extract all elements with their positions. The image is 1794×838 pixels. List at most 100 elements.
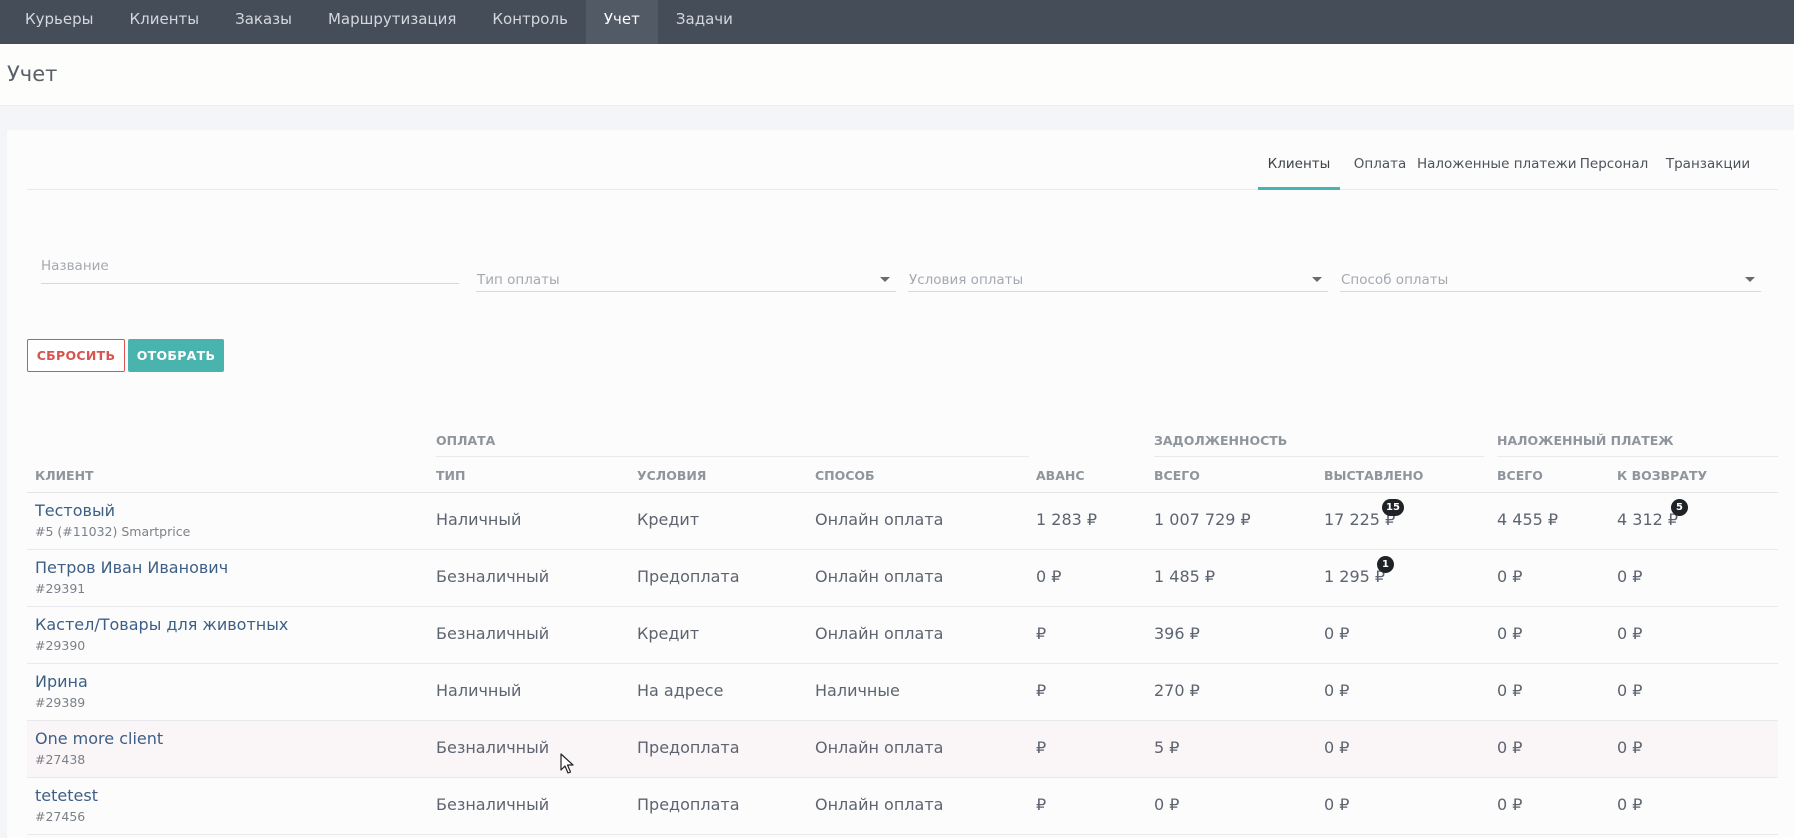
table-row[interactable]: One more client #27438 Безналичный Предо… (27, 721, 1778, 778)
client-id: #29390 (35, 638, 86, 653)
cell-cod-total: 0 ₽ (1497, 567, 1523, 586)
reset-button[interactable]: СБРОСИТЬ (27, 339, 125, 372)
client-name-link[interactable]: Кастел/Товары для животных (35, 615, 288, 634)
cell-cod-total: 4 455 ₽ (1497, 510, 1559, 529)
subtabs: Клиенты Оплата Наложенные платежи Персон… (27, 130, 1778, 190)
column-header-cod-refund[interactable]: К ВОЗВРАТУ (1617, 468, 1707, 483)
chevron-down-icon (880, 277, 890, 282)
payment-type-placeholder: Тип оплаты (477, 272, 560, 288)
cell-debt-total: 1 007 729 ₽ (1154, 510, 1251, 529)
group-header-payment: ОПЛАТА (436, 433, 496, 448)
client-name-link[interactable]: Тестовый (35, 501, 115, 520)
cell-advance: ₽ (1036, 681, 1047, 700)
page-header: Учет (0, 44, 1794, 106)
cell-payment-method: Наличные (815, 681, 900, 700)
cell-debt-invoiced: 0 ₽ (1324, 738, 1350, 757)
nav-item-clients[interactable]: Клиенты (111, 0, 217, 44)
cell-cod-refund: 0 ₽ (1617, 624, 1643, 643)
cell-cod-total: 0 ₽ (1497, 624, 1523, 643)
column-header-debt-total[interactable]: ВСЕГО (1154, 468, 1200, 483)
cell-debt-total: 5 ₽ (1154, 738, 1180, 757)
cell-payment-type: Безналичный (436, 795, 550, 814)
table-row[interactable]: Ирина #29389 Наличный На адресе Наличные… (27, 664, 1778, 721)
cell-advance: 0 ₽ (1036, 567, 1062, 586)
cell-debt-total: 270 ₽ (1154, 681, 1200, 700)
cell-cod-refund: 0 ₽ (1617, 738, 1643, 757)
mouse-cursor-icon (560, 753, 574, 774)
group-divider (1497, 456, 1778, 457)
nav-item-orders[interactable]: Заказы (217, 0, 310, 44)
select-button[interactable]: ОТОБРАТЬ (128, 339, 224, 372)
invoiced-count-badge[interactable]: 1 (1377, 556, 1394, 573)
nav-item-accounting[interactable]: Учет (585, 0, 658, 44)
column-header-terms[interactable]: УСЛОВИЯ (637, 468, 706, 483)
payment-method-placeholder: Способ оплаты (1341, 272, 1449, 288)
tab-transactions[interactable]: Транзакции (1663, 156, 1753, 190)
name-input[interactable] (41, 254, 459, 274)
cell-advance: ₽ (1036, 624, 1047, 643)
cell-payment-type: Безналичный (436, 567, 550, 586)
cell-debt-invoiced: 0 ₽ (1324, 624, 1350, 643)
client-name-link[interactable]: Петров Иван Иванович (35, 558, 228, 577)
payment-terms-select[interactable]: Условия оплаты (908, 262, 1328, 292)
cell-payment-method: Онлайн оплата (815, 567, 944, 586)
payment-type-select[interactable]: Тип оплаты (476, 262, 896, 292)
cell-cod-total: 0 ₽ (1497, 738, 1523, 757)
tab-clients[interactable]: Клиенты (1258, 156, 1340, 190)
column-header-type[interactable]: ТИП (436, 468, 465, 483)
cell-payment-terms: Предоплата (637, 738, 740, 757)
group-header-cod: НАЛОЖЕННЫЙ ПЛАТЕЖ (1497, 433, 1674, 448)
cell-cod-total: 0 ₽ (1497, 681, 1523, 700)
table-row[interactable]: Кастел/Товары для животных #29390 Безнал… (27, 607, 1778, 664)
invoiced-count-badge[interactable]: 15 (1382, 499, 1404, 516)
nav-item-routing[interactable]: Маршрутизация (310, 0, 474, 44)
cell-payment-type: Безналичный (436, 624, 550, 643)
table-row[interactable]: tetetest #27456 Безналичный Предоплата О… (27, 778, 1778, 835)
cell-payment-terms: Предоплата (637, 567, 740, 586)
cell-cod-total: 0 ₽ (1497, 795, 1523, 814)
cell-cod-refund: 0 ₽ (1617, 795, 1643, 814)
top-nav: Курьеры Клиенты Заказы Маршрутизация Кон… (0, 0, 1794, 44)
tab-payment[interactable]: Оплата (1353, 156, 1407, 190)
nav-item-control[interactable]: Контроль (474, 0, 586, 44)
client-name-link[interactable]: One more client (35, 729, 163, 748)
column-header-client[interactable]: КЛИЕНТ (35, 468, 94, 483)
tab-cod[interactable]: Наложенные платежи (1417, 156, 1577, 190)
client-id: #29391 (35, 581, 86, 596)
table-row[interactable]: Тестовый #5 (#11032) Smartprice Наличный… (27, 493, 1778, 550)
page-title: Учет (7, 62, 58, 86)
client-name-link[interactable]: tetetest (35, 786, 98, 805)
main-card: Клиенты Оплата Наложенные платежи Персон… (7, 130, 1794, 838)
group-divider (436, 456, 1029, 457)
cell-debt-invoiced: 1 295 ₽ (1324, 567, 1386, 586)
cell-cod-refund: 0 ₽ (1617, 681, 1643, 700)
column-header-cod-total[interactable]: ВСЕГО (1497, 468, 1543, 483)
chevron-down-icon (1745, 277, 1755, 282)
table-row[interactable]: Петров Иван Иванович #29391 Безналичный … (27, 550, 1778, 607)
nav-item-tasks[interactable]: Задачи (658, 0, 751, 44)
column-header-debt-invoiced[interactable]: ВЫСТАВЛЕНО (1324, 468, 1423, 483)
cell-payment-terms: Кредит (637, 510, 700, 529)
column-header-method[interactable]: СПОСОБ (815, 468, 875, 483)
chevron-down-icon (1312, 277, 1322, 282)
cell-payment-terms: Предоплата (637, 795, 740, 814)
client-name-link[interactable]: Ирина (35, 672, 88, 691)
nav-item-couriers[interactable]: Курьеры (0, 0, 111, 44)
client-id: #29389 (35, 695, 86, 710)
cell-payment-terms: Кредит (637, 624, 700, 643)
tab-staff[interactable]: Персонал (1579, 156, 1649, 190)
cell-debt-total: 396 ₽ (1154, 624, 1200, 643)
cell-payment-type: Безналичный (436, 738, 550, 757)
payment-method-select[interactable]: Способ оплаты (1340, 262, 1761, 292)
cell-payment-method: Онлайн оплата (815, 795, 944, 814)
cell-payment-method: Онлайн оплата (815, 738, 944, 757)
cell-payment-type: Наличный (436, 681, 522, 700)
group-divider (1154, 456, 1484, 457)
client-id: #27456 (35, 809, 86, 824)
column-header-advance[interactable]: АВАНС (1036, 468, 1085, 483)
cell-payment-type: Наличный (436, 510, 522, 529)
cell-payment-method: Онлайн оплата (815, 624, 944, 643)
refund-count-badge[interactable]: 5 (1671, 499, 1688, 516)
cell-debt-total: 0 ₽ (1154, 795, 1180, 814)
cell-payment-terms: На адресе (637, 681, 724, 700)
